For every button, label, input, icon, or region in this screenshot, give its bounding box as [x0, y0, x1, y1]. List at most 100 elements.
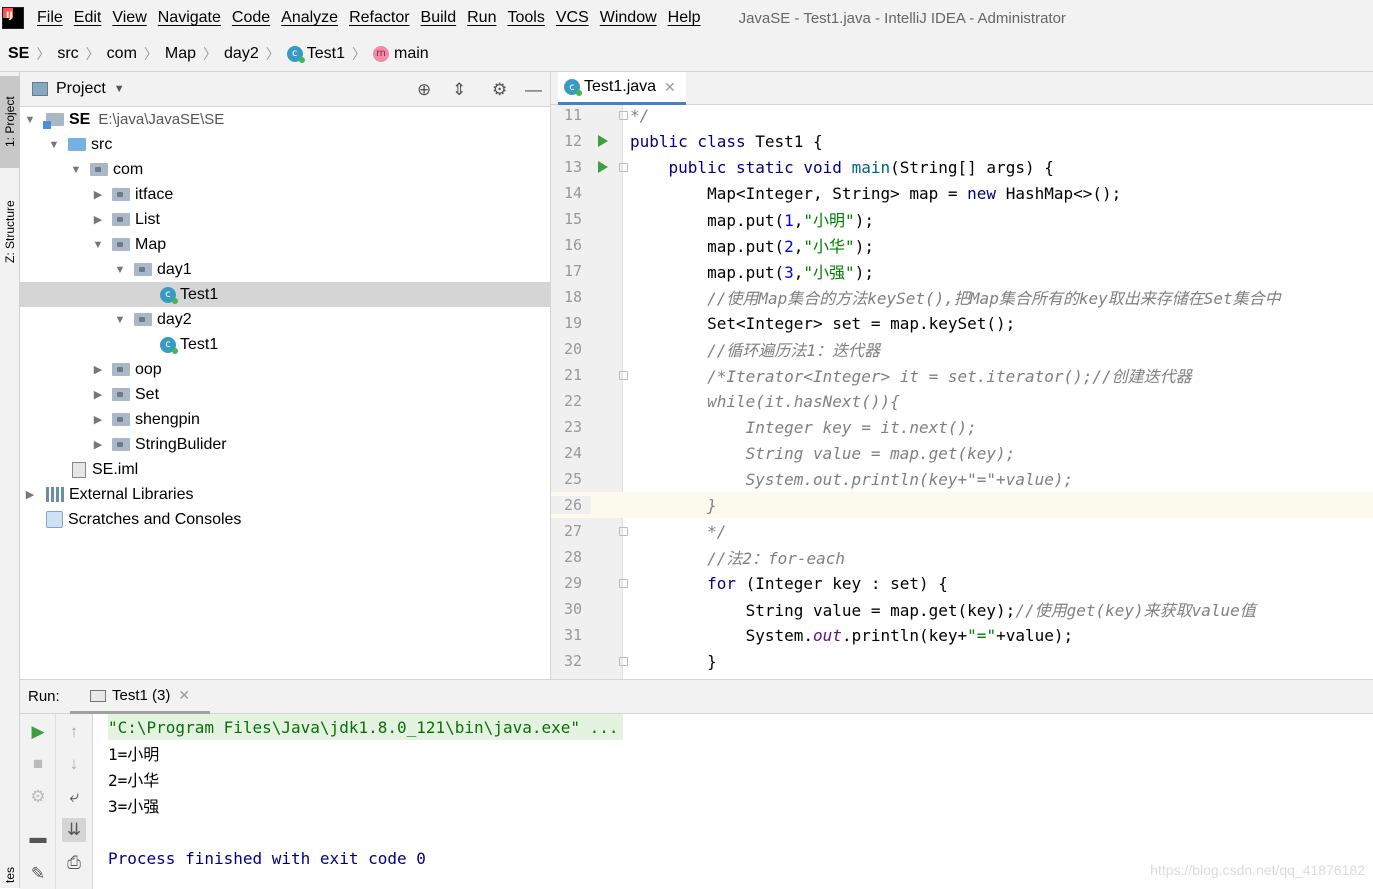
- run-gutter-icon[interactable]: [591, 161, 614, 173]
- rerun-icon[interactable]: ▶: [26, 720, 50, 744]
- run-tab-test1[interactable]: Test1 (3) ✕: [70, 680, 211, 714]
- structure-tool-tab[interactable]: Z: Structure: [0, 182, 20, 282]
- run-gutter-icon[interactable]: [591, 135, 614, 147]
- menu-tools[interactable]: Tools: [504, 9, 552, 27]
- chevron-right-icon: 〉: [203, 45, 218, 62]
- code-line-22: 22 while(it.hasNext()){: [563, 391, 900, 411]
- module-icon: [43, 113, 64, 129]
- package-icon: [134, 263, 152, 276]
- gear-icon[interactable]: ⚙: [492, 80, 507, 100]
- arrow-down-icon[interactable]: ↓: [62, 752, 86, 776]
- chevron-right-icon: 〉: [143, 45, 158, 62]
- code-line-16: 16 map.put(2,"小华");: [563, 236, 874, 256]
- menu-file[interactable]: File: [34, 9, 71, 27]
- exit-debug-icon[interactable]: ⚙: [26, 785, 50, 809]
- code-line-29: 29 for (Integer key : set) {: [563, 573, 948, 593]
- project-tool-tab[interactable]: 1: Project: [0, 76, 20, 168]
- console-finish-message: Process finished with exit code 0: [108, 848, 426, 868]
- code-editor[interactable]: c Test1.java ✕ 11 */ 12 public class Test1…: [551, 72, 1373, 679]
- stop-icon[interactable]: ■: [26, 752, 50, 776]
- package-icon: [112, 213, 130, 226]
- tree-node-root[interactable]: ▼ SE E:\java\JavaSE\SE: [20, 107, 551, 132]
- breadcrumb-day2[interactable]: day2: [224, 45, 259, 63]
- package-icon: [112, 188, 130, 201]
- close-icon[interactable]: ✕: [664, 79, 676, 96]
- code-line-13: 13 public static void main(String[] args…: [563, 157, 1054, 177]
- menu-analyze[interactable]: Analyze: [278, 9, 346, 27]
- tree-node-day2[interactable]: ▼ day2: [20, 307, 551, 332]
- collapsed-arrow-icon[interactable]: ▶: [90, 388, 106, 401]
- class-icon: c: [564, 79, 582, 96]
- tree-node-set[interactable]: ▶ Set: [20, 382, 551, 407]
- tree-node-se-iml[interactable]: SE.iml: [20, 457, 551, 482]
- menu-build[interactable]: Build: [418, 9, 465, 27]
- tree-node-list[interactable]: ▶ List: [20, 207, 551, 232]
- tree-node-day1-test1[interactable]: c Test1: [20, 282, 551, 307]
- tree-node-shengpin[interactable]: ▶ shengpin: [20, 407, 551, 432]
- arrow-up-icon[interactable]: ↑: [62, 720, 86, 744]
- close-icon[interactable]: ✕: [178, 687, 190, 704]
- soft-wrap-icon[interactable]: ⤶: [62, 785, 86, 809]
- locate-file-icon[interactable]: ⊕: [417, 80, 431, 100]
- code-line-32: 32 }: [563, 651, 717, 671]
- tree-node-src[interactable]: ▼ src: [20, 132, 551, 157]
- collapsed-arrow-icon[interactable]: ▶: [90, 213, 106, 226]
- pin-icon[interactable]: ✎: [26, 862, 50, 886]
- collapsed-arrow-icon[interactable]: ▶: [90, 438, 106, 451]
- collapsed-arrow-icon[interactable]: ▶: [90, 188, 106, 201]
- scroll-to-end-icon[interactable]: ⇊: [62, 818, 86, 842]
- breadcrumb-main[interactable]: m main: [372, 45, 429, 63]
- fold-marker-icon[interactable]: [619, 526, 628, 536]
- menu-edit[interactable]: Edit: [71, 9, 110, 27]
- menu-help[interactable]: Help: [665, 9, 709, 27]
- tree-node-stringbulider[interactable]: ▶ StringBulider: [20, 432, 551, 457]
- breadcrumb-map[interactable]: Map: [165, 45, 196, 63]
- chevron-right-icon: 〉: [265, 45, 280, 62]
- print-icon[interactable]: ⎙: [62, 851, 86, 875]
- menu-vcs[interactable]: VCS: [553, 9, 597, 27]
- tree-node-scratches[interactable]: Scratches and Consoles: [20, 507, 551, 532]
- breadcrumb-test1[interactable]: c Test1: [286, 45, 345, 63]
- collapsed-arrow-icon[interactable]: ▶: [90, 413, 106, 426]
- menu-navigate[interactable]: Navigate: [155, 9, 229, 27]
- bottom-tool-tab[interactable]: tes: [0, 862, 20, 888]
- expanded-arrow-icon[interactable]: ▼: [112, 264, 128, 276]
- breadcrumb-se[interactable]: SE: [8, 45, 29, 63]
- layout-icon[interactable]: ▬: [26, 826, 50, 850]
- tree-node-day1[interactable]: ▼ day1: [20, 257, 551, 282]
- menu-window[interactable]: Window: [597, 9, 665, 27]
- project-panel-title[interactable]: Project: [56, 80, 106, 98]
- tree-node-itface[interactable]: ▶ itface: [20, 182, 551, 207]
- breadcrumb-src[interactable]: src: [57, 45, 78, 63]
- expanded-arrow-icon[interactable]: ▼: [46, 139, 62, 151]
- menu-code[interactable]: Code: [229, 9, 278, 27]
- collapsed-arrow-icon[interactable]: ▶: [90, 363, 106, 376]
- tree-node-map[interactable]: ▼ Map: [20, 232, 551, 257]
- menu-refactor[interactable]: Refactor: [346, 9, 417, 27]
- tree-node-com[interactable]: ▼ com: [20, 157, 551, 182]
- watermark-text: https://blog.csdn.net/qq_41876182: [1150, 862, 1365, 878]
- package-icon: [112, 413, 130, 426]
- tree-node-day2-test1[interactable]: c Test1: [20, 332, 551, 357]
- breadcrumb-com[interactable]: com: [107, 45, 137, 63]
- fold-marker-icon[interactable]: [619, 656, 628, 666]
- expanded-arrow-icon[interactable]: ▼: [112, 314, 128, 326]
- fold-marker-icon[interactable]: [619, 578, 628, 588]
- expanded-arrow-icon[interactable]: ▼: [22, 114, 38, 126]
- menu-view[interactable]: View: [109, 9, 154, 27]
- collapse-all-icon[interactable]: ⇕: [452, 80, 466, 100]
- tree-node-external-libraries[interactable]: ▶ External Libraries: [20, 482, 551, 507]
- fold-marker-icon[interactable]: [619, 162, 628, 172]
- expanded-arrow-icon[interactable]: ▼: [68, 164, 84, 176]
- code-line-28: 28 //法2：for-each: [563, 548, 846, 568]
- dropdown-arrow-icon[interactable]: ▼: [114, 83, 125, 95]
- fold-marker-icon[interactable]: [619, 110, 628, 120]
- hide-panel-icon[interactable]: —: [525, 80, 542, 100]
- fold-marker-icon[interactable]: [619, 370, 628, 380]
- menu-run[interactable]: Run: [464, 9, 504, 27]
- code-line-14: 14 Map<Integer, String> map = new HashMa…: [563, 183, 1122, 203]
- tree-node-oop[interactable]: ▶ oop: [20, 357, 551, 382]
- editor-tab-test1[interactable]: c Test1.java ✕: [558, 72, 686, 105]
- collapsed-arrow-icon[interactable]: ▶: [22, 488, 38, 501]
- expanded-arrow-icon[interactable]: ▼: [90, 239, 106, 251]
